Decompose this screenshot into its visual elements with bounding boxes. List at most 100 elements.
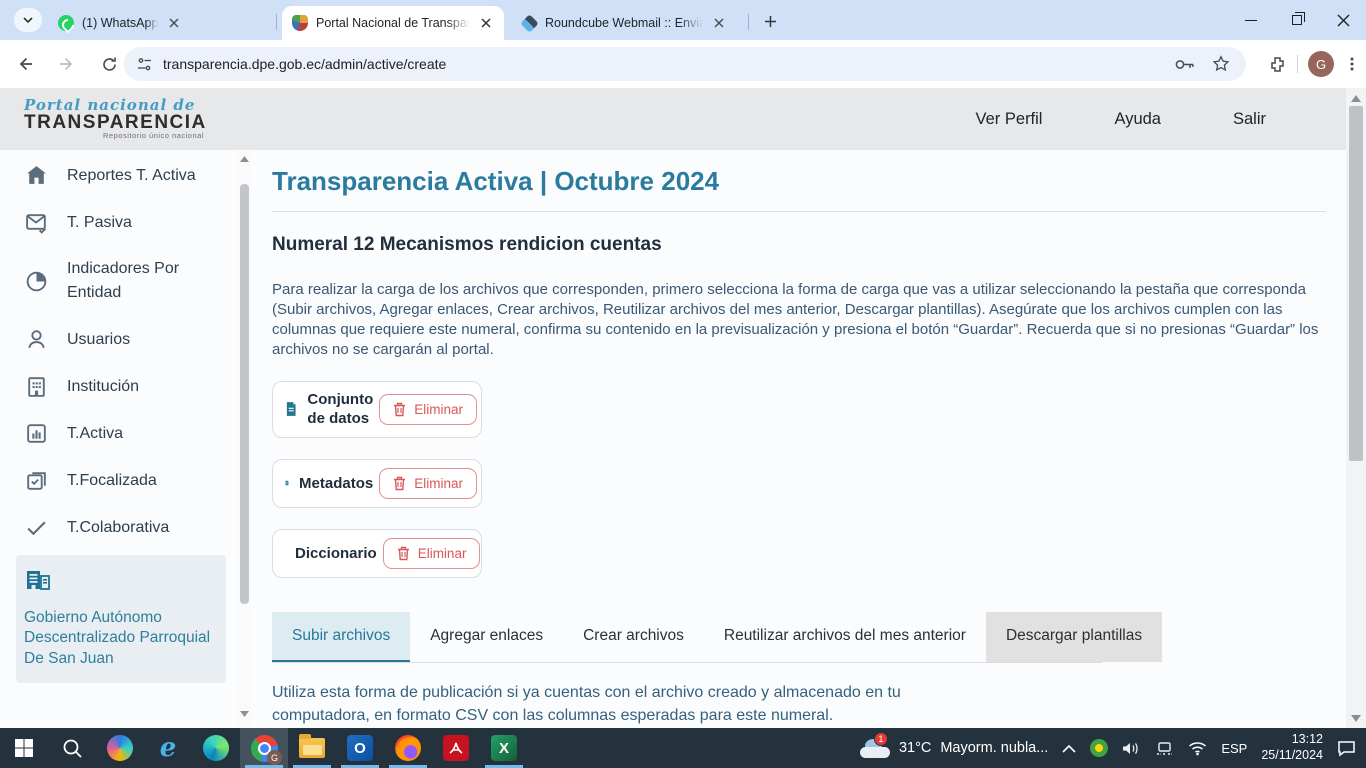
nav-salir[interactable]: Salir [1233, 110, 1266, 129]
sidebar-item-institucion[interactable]: Institución [0, 363, 238, 410]
extensions-icon[interactable] [1268, 55, 1287, 74]
tab-subir-archivos[interactable]: Subir archivos [272, 612, 410, 662]
entity-name: Gobierno Autónomo Descentralizado Parroq… [24, 608, 216, 669]
sidebar-item-t-activa[interactable]: T.Activa [0, 410, 238, 457]
tab-close-icon[interactable] [166, 15, 182, 31]
browser-tab-portal-active[interactable]: Portal Nacional de Transparenci [282, 6, 504, 40]
taskbar-internet-explorer-button[interactable]: e [144, 728, 192, 768]
sidebar-item-t-colaborativa[interactable]: T.Colaborativa [0, 504, 238, 551]
document-icon [285, 468, 289, 498]
tab-reutilizar-archivos[interactable]: Reutilizar archivos del mes anterior [704, 612, 986, 662]
clock-time: 13:12 [1261, 732, 1323, 748]
back-button[interactable] [8, 47, 42, 81]
sidebar-item-label: Reportes T. Activa [67, 164, 196, 188]
bookmark-star-icon[interactable] [1212, 55, 1230, 73]
tray-chevron-up-icon[interactable] [1062, 744, 1076, 753]
toolbar-right: G [1268, 47, 1360, 81]
taskbar-outlook-button[interactable]: O [336, 728, 384, 768]
new-tab-button[interactable] [758, 9, 782, 33]
minimize-button[interactable] [1228, 0, 1274, 40]
action-center-icon[interactable] [1337, 740, 1356, 757]
site-nav: Ver Perfil Ayuda Salir [976, 88, 1266, 150]
scroll-up-icon[interactable] [238, 152, 251, 165]
close-button[interactable] [1320, 0, 1366, 40]
forward-button[interactable] [50, 47, 84, 81]
nav-ayuda[interactable]: Ayuda [1114, 110, 1161, 129]
instructions-text: Para realizar la carga de los archivos q… [272, 280, 1326, 360]
scrollbar-thumb[interactable] [1349, 106, 1363, 461]
restore-button[interactable] [1274, 0, 1320, 40]
mail-check-icon [24, 210, 49, 235]
file-card-diccionario: Diccionario Eliminar [272, 529, 482, 578]
url-text[interactable]: transparencia.dpe.gob.ec/admin/active/cr… [163, 56, 1174, 72]
eliminar-button[interactable]: Eliminar [379, 468, 477, 499]
toolbar-divider [1297, 55, 1298, 73]
file-card-conjunto-de-datos: Conjunto de datos Eliminar [272, 381, 482, 438]
scroll-down-icon[interactable] [1346, 710, 1366, 726]
check-icon [24, 515, 49, 540]
address-bar[interactable]: transparencia.dpe.gob.ec/admin/active/cr… [124, 47, 1246, 81]
password-key-icon[interactable] [1174, 57, 1196, 72]
nav-ver-perfil[interactable]: Ver Perfil [976, 110, 1043, 129]
whatsapp-icon [58, 15, 74, 31]
tab-close-icon[interactable] [478, 15, 494, 31]
scroll-down-icon[interactable] [238, 707, 251, 720]
start-button[interactable] [0, 728, 48, 768]
edge-icon [203, 735, 229, 761]
back-icon [16, 55, 34, 73]
language-indicator[interactable]: ESP [1221, 741, 1247, 756]
reload-button[interactable] [92, 47, 126, 81]
clock-date: 25/11/2024 [1261, 748, 1323, 764]
browser-tab-whatsapp[interactable]: (1) WhatsApp [48, 6, 270, 40]
trash-icon [397, 546, 410, 561]
taskbar-weather-widget[interactable]: 1 31°C Mayorm. nubla... [860, 738, 1048, 758]
bar-chart-icon [24, 421, 49, 446]
numeral-subtitle: Numeral 12 Mecanismos rendicion cuentas [272, 234, 1326, 256]
eliminar-button[interactable]: Eliminar [379, 394, 477, 425]
browser-tab-roundcube[interactable]: Roundcube Webmail :: Enviados [512, 6, 740, 40]
taskbar-chrome-button[interactable]: G [240, 728, 288, 768]
tab-agregar-enlaces[interactable]: Agregar enlaces [410, 612, 563, 662]
sidebar-item-usuarios[interactable]: Usuarios [0, 316, 238, 363]
tab-descargar-plantillas[interactable]: Descargar plantillas [986, 612, 1162, 662]
page-scrollbar[interactable] [1346, 88, 1366, 728]
taskbar-excel-button[interactable]: X [480, 728, 528, 768]
sidebar-entity-selected[interactable]: Gobierno Autónomo Descentralizado Parroq… [16, 555, 226, 683]
user-icon [24, 327, 49, 352]
taskbar-firefox-button[interactable] [384, 728, 432, 768]
eliminar-button[interactable]: Eliminar [383, 538, 481, 569]
sidebar-item-indicadores-por-entidad[interactable]: Indicadores Por Entidad [0, 246, 210, 316]
trash-icon [393, 402, 406, 417]
sidebar-scrollbar[interactable] [238, 150, 251, 728]
scrollbar-thumb[interactable] [240, 184, 249, 604]
sidebar-item-reportes-t-activa[interactable]: Reportes T. Activa [0, 152, 238, 199]
taskbar-file-explorer-button[interactable] [288, 728, 336, 768]
taskbar-copilot-button[interactable] [96, 728, 144, 768]
copilot-icon [107, 735, 133, 761]
tab-close-icon[interactable] [711, 15, 727, 31]
sidebar-item-t-pasiva[interactable]: T. Pasiva [0, 199, 238, 246]
taskbar-edge-button[interactable] [192, 728, 240, 768]
volume-icon[interactable] [1122, 741, 1141, 756]
site-logo: Portal nacional de TRANSPARENCIA Reposit… [24, 96, 204, 140]
scroll-up-icon[interactable] [1346, 90, 1366, 106]
sidebar-item-t-focalizada[interactable]: T.Focalizada [0, 457, 238, 504]
eliminar-label: Eliminar [414, 476, 463, 491]
profile-avatar[interactable]: G [1308, 51, 1334, 77]
firefox-icon [395, 735, 421, 761]
wifi-icon[interactable] [1188, 741, 1207, 756]
file-card-metadatos: Metadatos Eliminar [272, 459, 482, 508]
browser-menu-icon[interactable] [1344, 56, 1360, 72]
taskbar-search-button[interactable] [48, 728, 96, 768]
cast-display-icon[interactable] [1155, 741, 1174, 756]
taskbar-clock[interactable]: 13:12 25/11/2024 [1261, 732, 1323, 763]
taskbar-acrobat-button[interactable] [432, 728, 480, 768]
site-info-icon[interactable] [136, 56, 153, 73]
weather-condition: Mayorm. nubla... [940, 740, 1048, 756]
tab-search-button[interactable] [14, 8, 42, 32]
page-title: Transparencia Activa | Octubre 2024 [272, 166, 1326, 212]
portal-favicon-icon [292, 15, 308, 31]
antivirus-tray-icon[interactable] [1090, 739, 1108, 757]
sidebar-item-label: Usuarios [67, 328, 130, 352]
tab-crear-archivos[interactable]: Crear archivos [563, 612, 704, 662]
